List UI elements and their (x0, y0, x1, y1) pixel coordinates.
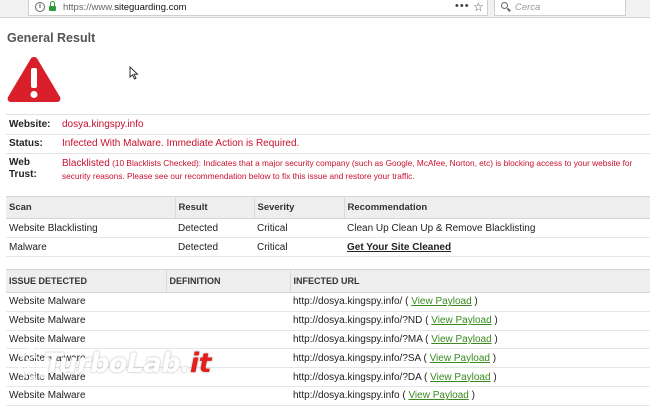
website-value: dosya.kingspy.info (62, 119, 144, 130)
browser-toolbar: i https://www.siteguarding.com ••• ☆ Cer… (0, 0, 650, 18)
scan-recommendation: Clean Up Clean Up & Remove Blacklisting (344, 218, 650, 238)
search-icon (501, 2, 511, 12)
issue-name: Website Malware (6, 292, 166, 312)
web-trust-label: Web Trust: (9, 157, 37, 180)
column-header-scan: Scan (6, 196, 176, 219)
table-row: Malware Detected Critical Get Your Site … (6, 237, 650, 257)
issue-table-header: ISSUE DETECTED DEFINITION INFECTED URL (6, 269, 650, 293)
issue-definition (166, 386, 290, 406)
result-summary: Website: dosya.kingspy.info Status: Infe… (6, 114, 650, 185)
watermark-text: TurboLab.it (44, 348, 212, 379)
table-row: Website Blacklisting Detected Critical C… (6, 218, 650, 238)
issue-definition (166, 292, 290, 312)
scan-table-header: Scan Result Severity Recommendation (6, 196, 650, 219)
column-header-issue: ISSUE DETECTED (6, 269, 167, 293)
scan-name: Website Blacklisting (6, 218, 175, 238)
infected-url: http://dosya.kingspy.info/?ND ( View Pay… (290, 311, 650, 331)
view-payload-link[interactable]: View Payload (411, 296, 471, 307)
web-trust-detail: (10 Blacklists Checked): Indicates that … (62, 158, 633, 181)
scan-table: Scan Result Severity Recommendation Webs… (6, 196, 650, 257)
status-value: Infected With Malware. Immediate Action … (62, 138, 300, 149)
infected-url-text: http://dosya.kingspy.info/?SA (293, 352, 421, 364)
search-placeholder: Cerca (515, 2, 541, 13)
issue-name: Website Malware (6, 386, 166, 406)
view-payload-link[interactable]: View Payload (431, 334, 491, 345)
issue-definition (166, 311, 290, 331)
view-payload-link[interactable]: View Payload (430, 353, 490, 364)
scan-result: Detected (175, 237, 254, 257)
infected-url-text: http://dosya.kingspy.info/?DA (293, 371, 422, 383)
scan-severity: Critical (254, 237, 344, 257)
scan-recommendation: Get Your Site Cleaned (344, 237, 650, 257)
bookmark-star-icon[interactable]: ☆ (473, 0, 484, 14)
web-trust-row: Web Trust: Blacklisted (10 Blacklists Ch… (6, 153, 650, 185)
status-row: Status: Infected With Malware. Immediate… (6, 134, 650, 153)
infected-url-text: http://dosya.kingspy.info/ (293, 296, 403, 308)
infected-url: http://dosya.kingspy.info/?DA ( View Pay… (290, 367, 650, 387)
page-title: General Result (7, 31, 96, 45)
warning-triangle-icon (7, 57, 61, 102)
view-payload-link[interactable]: View Payload (408, 390, 468, 401)
view-payload-link[interactable]: View Payload (431, 315, 491, 326)
infected-url-text: http://dosya.kingspy.info/?ND (293, 315, 423, 327)
table-row: Website Malware http://dosya.kingspy.inf… (6, 386, 650, 406)
scan-name: Malware (6, 237, 175, 257)
infected-url-text: http://dosya.kingspy.info (293, 390, 400, 402)
column-header-recommendation: Recommendation (344, 196, 650, 219)
website-label: Website: (9, 119, 51, 130)
scan-severity: Critical (254, 218, 344, 238)
status-label: Status: (9, 138, 43, 149)
page-actions-menu-icon[interactable]: ••• (455, 0, 470, 12)
column-header-definition: DEFINITION (166, 269, 291, 293)
infected-url: http://dosya.kingspy.info ( View Payload… (290, 386, 650, 406)
lock-icon[interactable] (49, 1, 56, 11)
table-row: Website Malware http://dosya.kingspy.inf… (6, 292, 650, 312)
address-bar[interactable]: i https://www.siteguarding.com ••• ☆ (28, 0, 488, 16)
column-header-severity: Severity (254, 196, 345, 219)
url-text[interactable]: https://www.siteguarding.com (63, 2, 187, 13)
info-icon[interactable]: i (35, 2, 45, 12)
infected-url: http://dosya.kingspy.info/ ( View Payloa… (290, 292, 650, 312)
web-trust-value: Blacklisted (10 Blacklists Checked): Ind… (62, 157, 650, 182)
blacklisted-status: Blacklisted (62, 158, 110, 169)
infected-url: http://dosya.kingspy.info/?MA ( View Pay… (290, 330, 650, 350)
column-header-infected-url: INFECTED URL (290, 269, 650, 293)
infected-url: http://dosya.kingspy.info/?SA ( View Pay… (290, 348, 650, 369)
view-payload-link[interactable]: View Payload (430, 372, 490, 383)
scan-result: Detected (175, 218, 254, 238)
issue-name: Website Malware (6, 311, 166, 331)
infected-url-text: http://dosya.kingspy.info/?MA (293, 333, 423, 345)
column-header-result: Result (175, 196, 255, 219)
website-row: Website: dosya.kingspy.info (6, 114, 650, 134)
mouse-cursor-icon (129, 66, 139, 80)
turbolab-watermark: TurboLab.it (14, 340, 244, 388)
search-input[interactable]: Cerca (494, 0, 626, 16)
get-site-cleaned-link[interactable]: Get Your Site Cleaned (347, 242, 451, 253)
table-row: Website Malware http://dosya.kingspy.inf… (6, 311, 650, 331)
